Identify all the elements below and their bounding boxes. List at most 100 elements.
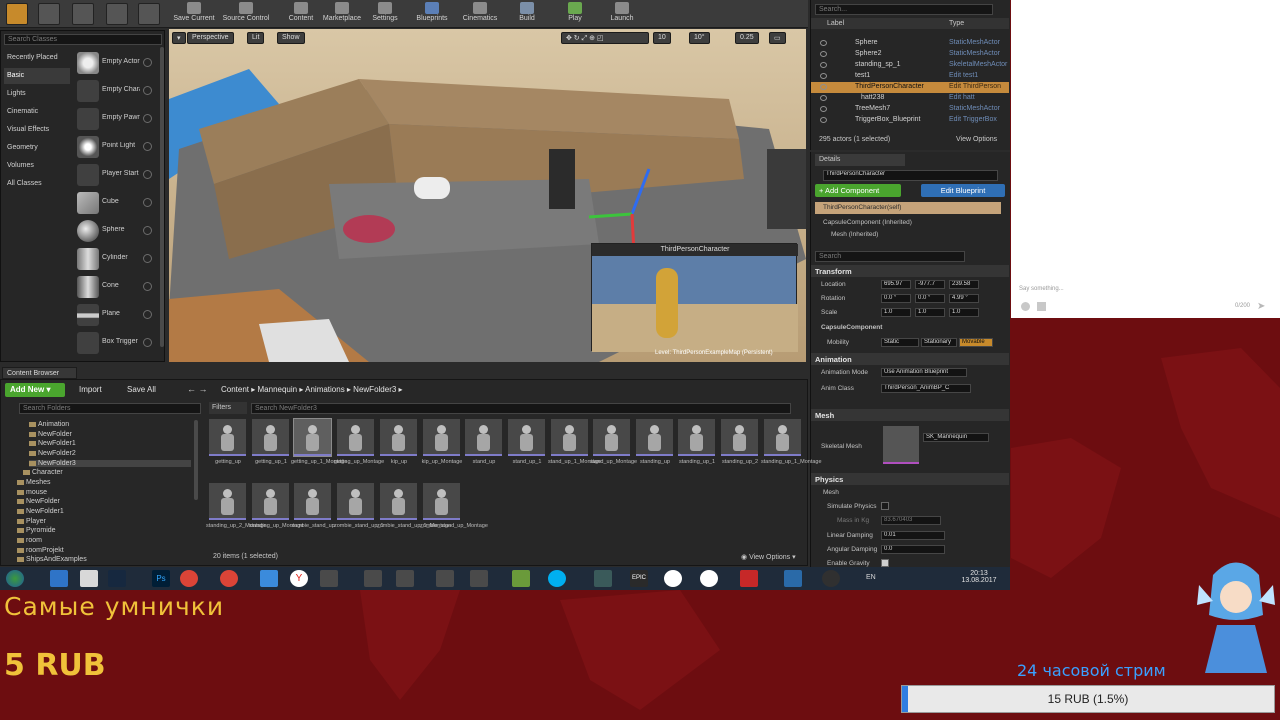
rotation-snap-value[interactable]: 10° — [689, 32, 710, 44]
chrome-icon[interactable] — [180, 570, 198, 587]
folder-item[interactable]: NewFolder2 — [29, 450, 76, 457]
scrollbar[interactable] — [160, 47, 164, 347]
place-item-plane[interactable]: Plane — [77, 302, 157, 328]
outliner-row[interactable]: Sphere2 StaticMeshActor — [811, 49, 1009, 60]
help-icon[interactable] — [143, 338, 152, 347]
asset-tile[interactable]: stand_up — [464, 419, 504, 479]
eye-icon[interactable] — [820, 40, 827, 46]
help-icon[interactable] — [143, 114, 152, 123]
folder-item[interactable]: NewFolder — [29, 431, 72, 438]
search-assets-input[interactable]: Search NewFolder3 — [251, 403, 791, 414]
content-view-options[interactable]: ◉ View Options ▾ — [741, 553, 796, 561]
filters-button[interactable]: Filters — [209, 402, 247, 414]
help-icon[interactable] — [143, 254, 152, 263]
mesh-section[interactable]: Mesh — [811, 409, 1009, 421]
paint-mode-icon[interactable] — [38, 3, 60, 25]
yandex-icon[interactable]: Y — [290, 570, 308, 587]
skeletal-mesh-dropdown[interactable]: SK_Mannequin — [923, 433, 989, 442]
back-forward-buttons[interactable]: ← → — [187, 384, 208, 394]
help-icon[interactable] — [143, 170, 152, 179]
eye-icon[interactable] — [820, 95, 827, 101]
settings-button[interactable]: Settings — [368, 0, 402, 28]
component-row[interactable]: Mesh (Inherited) — [831, 231, 878, 238]
folder-item[interactable]: Pyromide — [17, 527, 56, 534]
place-item-empty-character[interactable]: Empty Character — [77, 78, 157, 104]
search-folders-input[interactable]: Search Folders — [19, 403, 201, 414]
asset-tile[interactable]: standing_up — [635, 419, 675, 479]
show-button[interactable]: Show — [277, 32, 305, 44]
unreal-engine-icon[interactable] — [664, 570, 682, 587]
place-mode-icon[interactable] — [6, 3, 28, 25]
folder-item[interactable]: Meshes — [17, 479, 51, 486]
unreal-engine-icon[interactable] — [700, 570, 718, 587]
edit-blueprint-button[interactable]: Edit Blueprint — [921, 184, 1005, 197]
asset-tile[interactable]: standing_up_Montage — [249, 483, 303, 543]
asset-tile-selected[interactable]: getting_up_1_Montage — [291, 418, 347, 479]
asset-tile[interactable]: standing_up_1 — [677, 419, 717, 479]
app-window-icon[interactable] — [320, 570, 338, 587]
clock[interactable]: 20:13 13.08.2017 — [958, 570, 1000, 584]
simulate-physics-checkbox[interactable] — [881, 502, 889, 510]
scrollbar[interactable] — [194, 420, 198, 500]
location-y-field[interactable]: -977.7 — [915, 280, 945, 289]
rotation-y-field[interactable]: 0.0 ° — [915, 294, 945, 303]
cinematics-button[interactable]: Cinematics — [458, 0, 502, 28]
add-component-button[interactable]: + Add Component — [815, 184, 901, 197]
card-icon[interactable] — [1037, 302, 1046, 311]
outliner-search-input[interactable]: Search... — [815, 4, 993, 15]
media-player-icon[interactable] — [80, 570, 98, 587]
place-item-empty-pawn[interactable]: Empty Pawn — [77, 106, 157, 132]
scale-x-field[interactable]: 1.0 — [881, 308, 911, 317]
geometry-mode-icon[interactable] — [138, 3, 160, 25]
place-item-box-trigger[interactable]: Box Trigger — [77, 330, 157, 356]
folder-item[interactable]: room — [17, 537, 42, 544]
skype-icon[interactable] — [548, 570, 566, 587]
emoji-icon[interactable] — [1021, 302, 1030, 311]
obs-icon[interactable] — [822, 570, 840, 587]
breadcrumb-content[interactable]: Content — [221, 385, 249, 394]
folder-item[interactable]: NewFolder1 — [17, 508, 64, 515]
help-icon[interactable] — [143, 226, 152, 235]
scale-snap-value[interactable]: 0.25 — [735, 32, 759, 44]
asset-tile[interactable]: kip_up_Montage — [422, 419, 462, 479]
launch-button[interactable]: Launch — [606, 0, 638, 28]
steam-icon[interactable] — [108, 570, 126, 587]
foliage-mode-icon[interactable] — [106, 3, 128, 25]
asset-tile[interactable]: standing_up_2 — [720, 419, 760, 479]
category-all-classes[interactable]: All Classes — [4, 176, 70, 192]
category-lights[interactable]: Lights — [4, 86, 70, 102]
save-current-button[interactable]: Save Current — [170, 0, 218, 28]
blueprints-button[interactable]: Blueprints — [410, 0, 454, 28]
transform-tools[interactable]: ✥ ↻ ⤢ ⊕ ◰ — [561, 32, 649, 44]
linear-damping-field[interactable]: 0.01 — [881, 531, 945, 540]
app-window-icon[interactable] — [470, 570, 488, 587]
eye-icon[interactable] — [820, 84, 827, 90]
asset-tile[interactable]: stand_up_1 — [507, 419, 547, 479]
category-volumes[interactable]: Volumes — [4, 158, 70, 174]
angular-damping-field[interactable]: 0.0 — [881, 545, 945, 554]
folder-item[interactable]: ShipsAndExamples — [17, 556, 87, 563]
start-button-icon[interactable] — [6, 570, 24, 587]
breadcrumb-newfolder3[interactable]: NewFolder3 — [353, 385, 396, 394]
asset-tile[interactable]: standing_up_2_Montage — [206, 483, 267, 543]
place-item-empty-actor[interactable]: Empty Actor — [77, 50, 157, 76]
asset-tile[interactable]: zombie_stand_up_1 — [334, 483, 384, 543]
play-button[interactable]: Play — [560, 0, 590, 28]
app-icon[interactable] — [784, 570, 802, 587]
notepad-icon[interactable] — [512, 570, 530, 587]
location-x-field[interactable]: 695.97 — [881, 280, 911, 289]
mobility-stationary[interactable]: Stationary — [921, 338, 957, 347]
outliner-row[interactable]: test1 Edit test1 — [811, 71, 1009, 82]
eye-icon[interactable] — [820, 117, 827, 123]
source-control-button[interactable]: Source Control — [220, 0, 272, 28]
rotation-x-field[interactable]: 0.0 ° — [881, 294, 911, 303]
ie-icon[interactable] — [50, 570, 68, 587]
import-button[interactable]: Import — [79, 385, 102, 394]
folder-item-selected[interactable]: NewFolder3 — [29, 460, 191, 467]
asset-tile[interactable]: kip_up — [379, 419, 419, 479]
chrome-icon[interactable] — [220, 570, 238, 587]
send-icon[interactable]: ➤ — [1257, 301, 1265, 312]
mass-field[interactable]: 83.670403 — [881, 516, 941, 525]
physics-mesh-subsection[interactable]: Mesh — [823, 489, 839, 496]
help-icon[interactable] — [143, 86, 152, 95]
